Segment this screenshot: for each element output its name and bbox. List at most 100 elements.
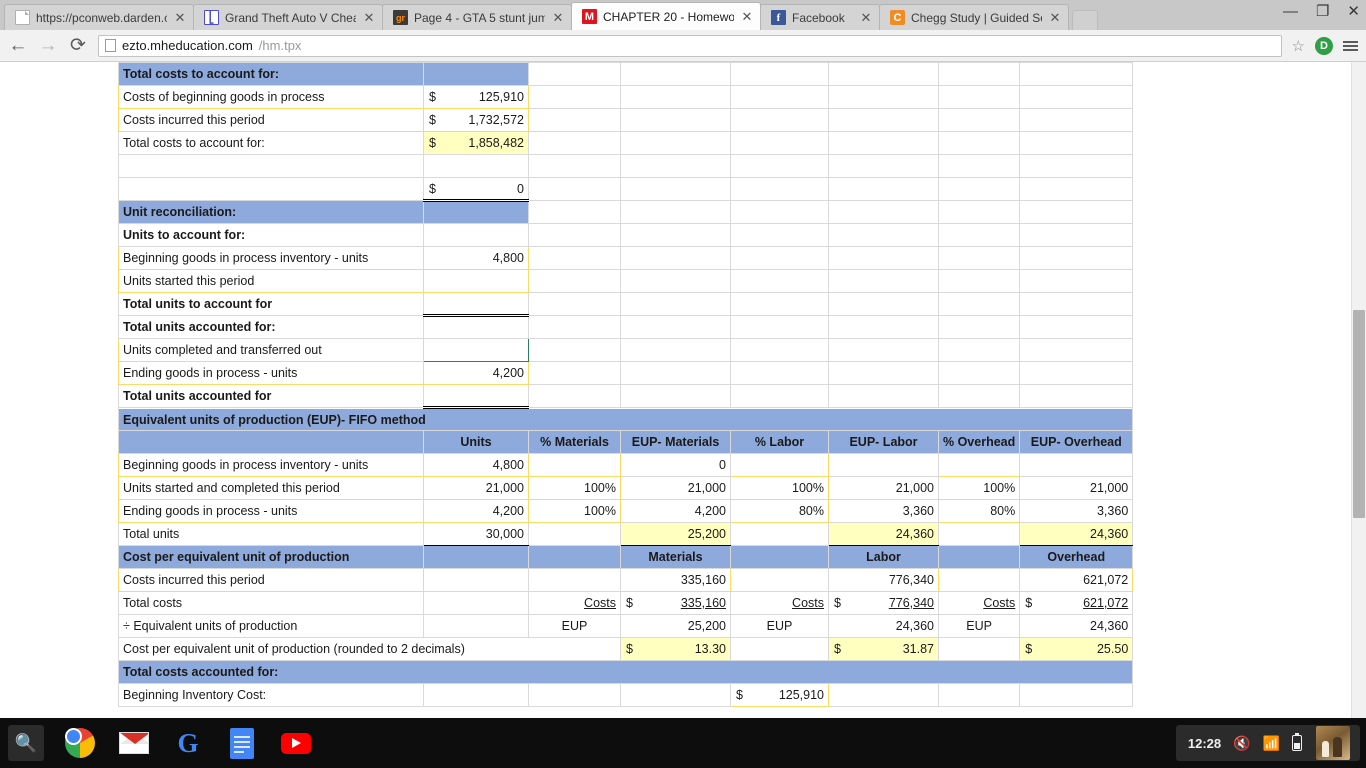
computed-cell-total-units-to-account [423, 292, 529, 317]
input-cell-costs-incurred[interactable]: $ 1,732,572 [423, 108, 529, 132]
input-cell-units[interactable]: 4,800 [423, 453, 529, 477]
tab-close-icon[interactable]: ✕ [859, 11, 873, 25]
row-label: Total costs [118, 591, 424, 615]
cell [730, 338, 829, 362]
computed-cell-cost-per-eup-overhead: $ 25.50 [1019, 637, 1134, 661]
tab-close-icon[interactable]: ✕ [740, 10, 754, 24]
input-cell-pct-overhead[interactable]: 80% [937, 499, 1021, 523]
input-cell-units[interactable]: 21,000 [423, 476, 529, 500]
input-cell-units-started[interactable] [423, 269, 529, 293]
row-label: ÷ Equivalent units of production [118, 614, 424, 638]
subsection-label-units-to-account: Units to account for: [118, 223, 424, 247]
input-cell-ending-units[interactable]: 4,200 [423, 361, 529, 385]
search-icon[interactable]: 🔍 [8, 725, 44, 761]
reload-icon[interactable]: ⟳ [68, 36, 88, 55]
cell-value: 31.87 [902, 642, 934, 656]
input-cell-costs-labor[interactable]: 776,340 [828, 568, 939, 592]
tab-2[interactable]: gr Page 4 - GTA 5 stunt jump ✕ [382, 4, 572, 30]
input-cell-beginning-inventory-cost[interactable]: $ 125,910 [730, 683, 829, 707]
cell [1019, 62, 1134, 86]
input-cell-pct-materials[interactable]: 100% [528, 476, 621, 500]
cell [828, 683, 939, 707]
input-cell-beginning-costs[interactable]: $ 125,910 [423, 85, 529, 109]
section-header-total-costs-accounted: Total costs accounted for: [117, 660, 1134, 684]
tab-1[interactable]: ⎣ Grand Theft Auto V Cheat ✕ [193, 4, 383, 30]
bookmark-star-icon[interactable]: ☆ [1292, 37, 1305, 55]
row-label-cost-per-eup: Cost per equivalent unit of production (… [118, 637, 621, 661]
cell [528, 269, 621, 293]
back-icon[interactable]: ← [8, 36, 28, 55]
tab-3-active[interactable]: M CHAPTER 20 - Homework ✕ [571, 2, 761, 30]
input-cell-pct-overhead[interactable] [937, 453, 1021, 477]
input-cell-pct-labor[interactable]: 80% [730, 499, 829, 523]
input-cell-pct-labor[interactable]: 100% [730, 476, 829, 500]
new-tab-button[interactable] [1072, 10, 1098, 30]
chrome-icon[interactable] [62, 725, 98, 761]
tab-close-icon[interactable]: ✕ [1048, 11, 1062, 25]
avatar[interactable] [1316, 726, 1350, 760]
input-cell-pct-materials[interactable] [528, 453, 621, 477]
page-info-icon[interactable] [105, 39, 116, 52]
docs-icon[interactable] [224, 725, 260, 761]
input-cell-units-completed-selected[interactable] [423, 338, 529, 362]
currency-symbol: $ [429, 181, 436, 196]
input-cell-pct-materials[interactable]: 100% [528, 499, 621, 523]
tab-close-icon[interactable]: ✕ [173, 11, 187, 25]
clock[interactable]: 12:28 [1188, 736, 1221, 751]
cell [937, 269, 1021, 293]
tab-5[interactable]: C Chegg Study | Guided Solu ✕ [879, 4, 1069, 30]
cell [730, 223, 829, 247]
cell [730, 177, 829, 201]
tab-4[interactable]: f Facebook ✕ [760, 4, 880, 30]
input-cell-beginning-units[interactable]: 4,800 [423, 246, 529, 270]
tag-costs-materials: Costs [528, 591, 621, 615]
header-filler [423, 545, 529, 569]
tab-0[interactable]: https://pconweb.darden.c ✕ [4, 4, 194, 30]
cell [937, 361, 1021, 385]
mute-icon[interactable]: 🔇 [1233, 735, 1250, 752]
close-icon[interactable]: ✕ [1347, 4, 1360, 19]
google-icon[interactable]: G [170, 725, 206, 761]
tab-title: https://pconweb.darden.c [36, 10, 167, 25]
forward-icon[interactable]: → [38, 36, 58, 55]
cell [828, 338, 939, 362]
cell [620, 177, 731, 201]
gmail-icon[interactable] [116, 725, 152, 761]
tab-close-icon[interactable]: ✕ [362, 11, 376, 25]
header-filler [730, 545, 829, 569]
row-label: Beginning goods in process inventory - u… [118, 246, 424, 270]
cell [1019, 683, 1134, 707]
table-row: Beginning Inventory Cost: $ 125,910 [118, 683, 1134, 707]
cell [620, 292, 731, 316]
gr-icon: gr [393, 10, 408, 25]
cell [1019, 246, 1134, 270]
input-cell-costs-materials[interactable]: 335,160 [620, 568, 731, 592]
cell [730, 131, 829, 155]
menu-icon[interactable] [1343, 40, 1358, 51]
currency-symbol: $ [429, 136, 436, 150]
column-header-eup-materials: EUP- Materials [620, 430, 731, 454]
minimize-icon[interactable]: — [1283, 4, 1298, 19]
cell [1019, 269, 1134, 293]
tag-eup-materials: EUP [528, 614, 621, 638]
system-tray[interactable]: 12:28 🔇 📶 [1175, 725, 1360, 761]
youtube-icon[interactable] [278, 725, 314, 761]
table-row: Unit reconciliation: [118, 200, 1134, 224]
profile-avatar-icon[interactable]: D [1315, 36, 1333, 55]
cell [528, 361, 621, 385]
input-cell-units[interactable]: 4,200 [423, 499, 529, 523]
cell [730, 315, 829, 339]
scrollbar-thumb[interactable] [1353, 310, 1365, 518]
address-bar[interactable]: ezto.mheducation.com/hm.tpx [98, 34, 1282, 57]
input-cell-pct-labor[interactable] [730, 453, 829, 477]
battery-icon[interactable] [1292, 732, 1302, 751]
tab-close-icon[interactable]: ✕ [551, 11, 565, 25]
input-cell-pct-overhead[interactable]: 100% [937, 476, 1021, 500]
cell [423, 154, 529, 178]
maximize-icon[interactable]: ❐ [1316, 4, 1329, 19]
cell [937, 177, 1021, 201]
wifi-icon[interactable]: 📶 [1263, 735, 1280, 752]
vertical-scrollbar[interactable] [1351, 62, 1366, 718]
input-cell-costs-overhead[interactable]: 621,072 [1019, 568, 1134, 592]
cell [937, 62, 1021, 86]
